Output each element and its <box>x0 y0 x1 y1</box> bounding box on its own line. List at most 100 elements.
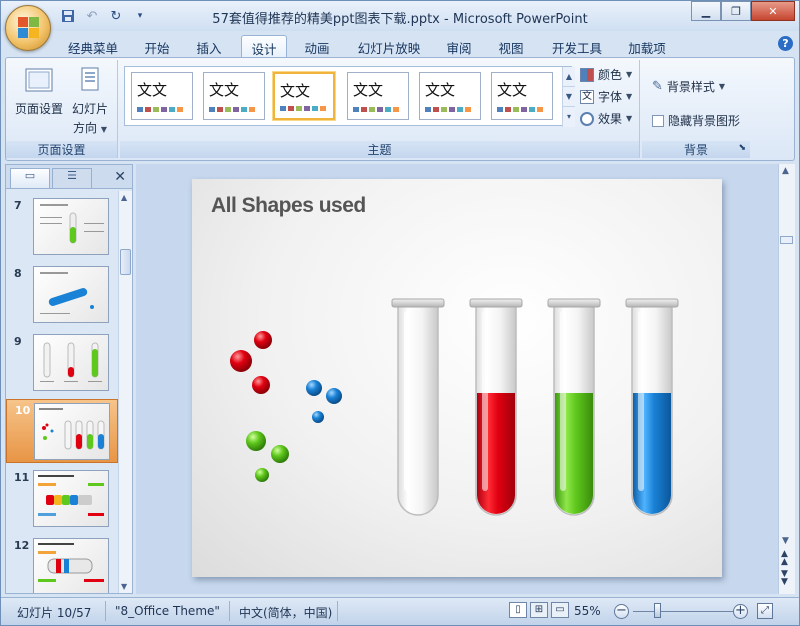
slide-thumbnail[interactable]: 11 <box>6 467 118 531</box>
background-styles-icon: ✎ <box>652 79 663 94</box>
slide-shapes <box>230 298 679 516</box>
blue-ball-shape <box>326 388 342 404</box>
slide-orientation-button[interactable]: 幻灯片 方向 ▼ <box>66 66 114 136</box>
background-styles-label: 背景样式 <box>666 80 715 94</box>
title-bar: ↶ ↻ ▾ 57套值得推荐的精美ppt图表下载.pptx - Microsoft… <box>1 1 799 51</box>
window-controls: ▁ ❐ ✕ <box>691 1 795 21</box>
zoom-slider-knob[interactable] <box>654 603 661 618</box>
minimize-icon[interactable]: ▁ <box>691 1 721 21</box>
status-bar: 幻灯片 10/57 "8_Office Theme" 中文(简体，中国) ▯ ⊞… <box>1 597 799 625</box>
slides-panel-scrollbar[interactable]: ▲ ▼ <box>118 191 132 593</box>
effects-icon <box>580 111 594 126</box>
slide-thumbnail-list: 7 8 9 10 11 12 <box>6 191 118 593</box>
dialog-launcher-icon[interactable]: ⬊ <box>738 143 746 153</box>
test-tube-green <box>547 298 601 516</box>
view-buttons: ▯ ⊞ ▭ <box>509 602 569 618</box>
scrollbar-thumb[interactable] <box>120 249 131 275</box>
scroll-down-icon[interactable]: ▼ <box>563 87 575 107</box>
slide-thumbnail[interactable]: 12 <box>6 535 118 593</box>
group-background: ✎ 背景样式 ▼ 隐藏背景图形 背景 ⬊ <box>642 60 750 158</box>
red-ball-shape <box>252 376 270 394</box>
theme-fonts-button[interactable]: 文 字体 ▼ <box>580 88 632 105</box>
tab-home[interactable]: 开始 <box>137 35 177 57</box>
theme-thumbnail[interactable]: 文文 <box>203 72 265 120</box>
slideshow-view-icon[interactable]: ▭ <box>551 602 569 618</box>
themes-group-label: 主题 <box>120 141 639 158</box>
normal-view-icon[interactable]: ▯ <box>509 602 527 618</box>
zoom-slider[interactable] <box>633 611 733 612</box>
theme-thumbnail[interactable]: 文文 <box>131 72 193 120</box>
previous-slide-icon[interactable]: ▲ ▲ <box>781 550 788 567</box>
test-tube-empty <box>391 298 445 516</box>
theme-thumbnail[interactable]: 文文 <box>347 72 409 120</box>
slide-thumbnail-image <box>33 266 109 323</box>
green-ball-shape <box>246 431 266 451</box>
office-logo-icon <box>18 17 40 39</box>
tab-review[interactable]: 审阅 <box>439 35 479 57</box>
tab-insert[interactable]: 插入 <box>189 35 229 57</box>
help-icon[interactable]: ? <box>778 36 793 51</box>
fit-to-window-icon[interactable]: ⤢ <box>757 603 773 619</box>
scrollbar-thumb[interactable] <box>780 236 793 244</box>
slide-thumbnail-image <box>33 198 109 255</box>
theme-colors-button[interactable]: 颜色 ▼ <box>580 66 632 83</box>
background-styles-button[interactable]: ✎ 背景样式 ▼ <box>652 78 725 95</box>
zoom-level[interactable]: 55% <box>574 604 601 618</box>
fonts-icon: 文 <box>580 89 594 104</box>
scroll-down-icon[interactable]: ▼ <box>121 582 127 591</box>
slide-thumbnail-active[interactable]: 10 <box>6 399 118 463</box>
slide-thumbnail-image <box>33 334 109 391</box>
scroll-up-icon[interactable]: ▲ <box>782 166 789 176</box>
powerpoint-window: ↶ ↻ ▾ 57套值得推荐的精美ppt图表下载.pptx - Microsoft… <box>0 0 800 626</box>
slide-canvas[interactable]: All Shapes used <box>192 179 722 577</box>
page-setup-label: 页面设置 <box>14 102 63 116</box>
close-icon[interactable]: ✕ <box>751 1 795 21</box>
zoom-out-icon[interactable]: − <box>614 604 629 619</box>
slide-counter: 幻灯片 10/57 <box>17 606 92 620</box>
scroll-down-icon[interactable]: ▼ <box>782 536 789 546</box>
theme-gallery-scroll: ▲ ▼ ▾ <box>562 67 575 127</box>
theme-thumbnail[interactable]: 文文 <box>419 72 481 120</box>
theme-name[interactable]: "8_Office Theme" <box>115 604 220 618</box>
hide-background-graphics-checkbox[interactable]: 隐藏背景图形 <box>652 112 740 129</box>
green-ball-shape <box>255 468 269 482</box>
theme-thumbnail[interactable]: 文文 <box>491 72 553 120</box>
slide-thumbnail[interactable]: 7 <box>6 195 118 259</box>
tab-addins[interactable]: 加载项 <box>621 35 673 57</box>
tab-animation[interactable]: 动画 <box>297 35 337 57</box>
blue-ball-shape <box>312 411 324 423</box>
maximize-icon[interactable]: ❐ <box>721 1 751 21</box>
slides-tab-icon[interactable]: ▭ <box>10 168 50 188</box>
slide-thumbnail-image <box>33 538 109 593</box>
main-vertical-scrollbar[interactable]: ▲ ▼ ▲ ▲ ▼ ▼ <box>778 164 795 594</box>
theme-effects-button[interactable]: 效果 ▼ <box>580 110 632 127</box>
theme-gallery: 文文 文文 文文 文文 文文 文文 ▲ ▼ ▾ <box>124 66 575 127</box>
panel-tabs: ▭ ☰ ✕ <box>6 165 132 189</box>
slide-sorter-view-icon[interactable]: ⊞ <box>530 602 548 618</box>
green-ball-shape <box>271 445 289 463</box>
scroll-up-icon[interactable]: ▲ <box>563 67 575 87</box>
colors-label: 颜色 <box>598 68 623 82</box>
outline-tab-icon[interactable]: ☰ <box>52 168 92 188</box>
gallery-more-icon[interactable]: ▾ <box>563 107 575 127</box>
slide-thumbnail-image <box>33 470 109 527</box>
test-tube-red <box>469 298 523 516</box>
group-themes: 文文 文文 文文 文文 文文 文文 ▲ ▼ ▾ 颜色 ▼ 文 字体 ▼ 效果 ▼… <box>120 60 640 158</box>
next-slide-icon[interactable]: ▼ ▼ <box>781 570 788 587</box>
tab-view[interactable]: 视图 <box>491 35 531 57</box>
zoom-in-icon[interactable]: + <box>733 604 748 619</box>
scroll-up-icon[interactable]: ▲ <box>121 193 127 202</box>
tab-design[interactable]: 设计 <box>241 35 287 57</box>
slide-thumbnail[interactable]: 9 <box>6 331 118 395</box>
language-indicator[interactable]: 中文(简体，中国) <box>239 604 332 621</box>
tab-classic-menu[interactable]: 经典菜单 <box>61 35 125 57</box>
theme-thumbnail-selected[interactable]: 文文 <box>273 72 335 120</box>
red-ball-shape <box>254 331 272 349</box>
checkbox-icon <box>652 114 664 127</box>
office-button[interactable] <box>5 5 51 51</box>
page-setup-button[interactable]: 页面设置 <box>14 66 64 117</box>
slide-thumbnail[interactable]: 8 <box>6 263 118 327</box>
tab-slideshow[interactable]: 幻灯片放映 <box>351 35 427 57</box>
close-panel-icon[interactable]: ✕ <box>114 169 126 185</box>
tab-developer[interactable]: 开发工具 <box>545 35 609 57</box>
